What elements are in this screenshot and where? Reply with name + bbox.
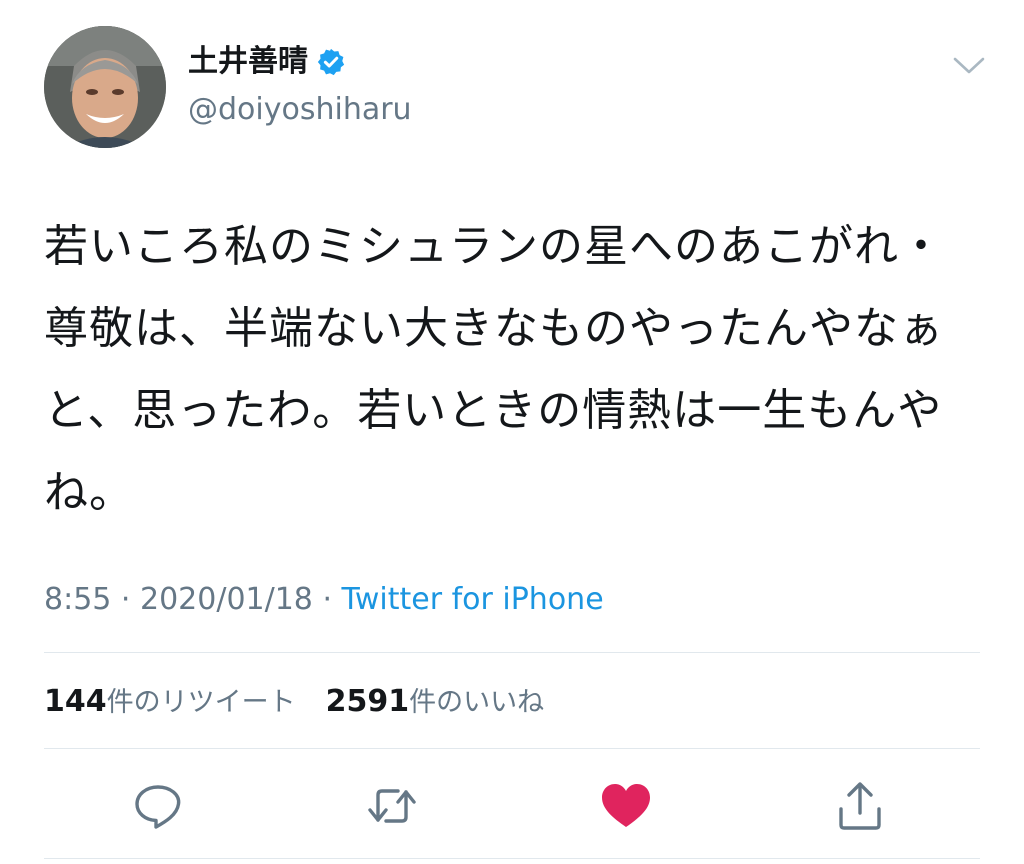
divider: [44, 858, 980, 859]
divider: [44, 652, 980, 653]
retweets-count: 144: [44, 684, 107, 719]
reply-button[interactable]: [130, 778, 186, 834]
retweet-button[interactable]: [364, 778, 420, 834]
share-icon: [839, 782, 881, 830]
tweet-header: 土井善晴 @doiyoshiharu: [44, 26, 994, 150]
meta-separator: ·: [312, 582, 342, 617]
likes-stat[interactable]: 2591 件のいいね: [326, 682, 545, 723]
tweet-actions: [0, 770, 1024, 842]
tweet-metadata: 8:55 · 2020/01/18 · Twitter for iPhone: [44, 580, 604, 620]
retweets-label: 件のリツイート: [106, 687, 296, 718]
like-button[interactable]: [598, 778, 654, 834]
avatar[interactable]: [44, 26, 166, 148]
meta-separator: ·: [111, 582, 140, 617]
author-display-name[interactable]: 土井善晴: [188, 44, 308, 80]
avatar-image: [44, 26, 166, 148]
likes-label: 件のいいね: [409, 687, 545, 718]
tweet-time: 8:55: [44, 582, 112, 617]
divider: [44, 748, 980, 749]
reply-icon: [135, 785, 181, 829]
share-button[interactable]: [832, 778, 888, 834]
chevron-down-icon[interactable]: [952, 54, 986, 76]
tweet-source-link[interactable]: Twitter for iPhone: [342, 582, 604, 617]
tweet-stats: 144 件のリツイート 2591 件のいいね: [44, 682, 574, 723]
likes-count: 2591: [325, 684, 410, 719]
author-handle[interactable]: @doiyoshiharu: [188, 92, 412, 128]
author-name-row: 土井善晴: [188, 44, 346, 80]
verified-badge-icon: [317, 48, 345, 76]
retweets-stat[interactable]: 144 件のリツイート: [44, 682, 296, 723]
heart-icon: [602, 784, 650, 827]
retweet-icon: [368, 789, 416, 823]
tweet-date[interactable]: 2020/01/18: [140, 582, 313, 617]
tweet-text: 若いころ私のミシュランの星へのあこがれ・尊敬は、半端ない大きなものやったんやなぁ…: [44, 221, 944, 518]
